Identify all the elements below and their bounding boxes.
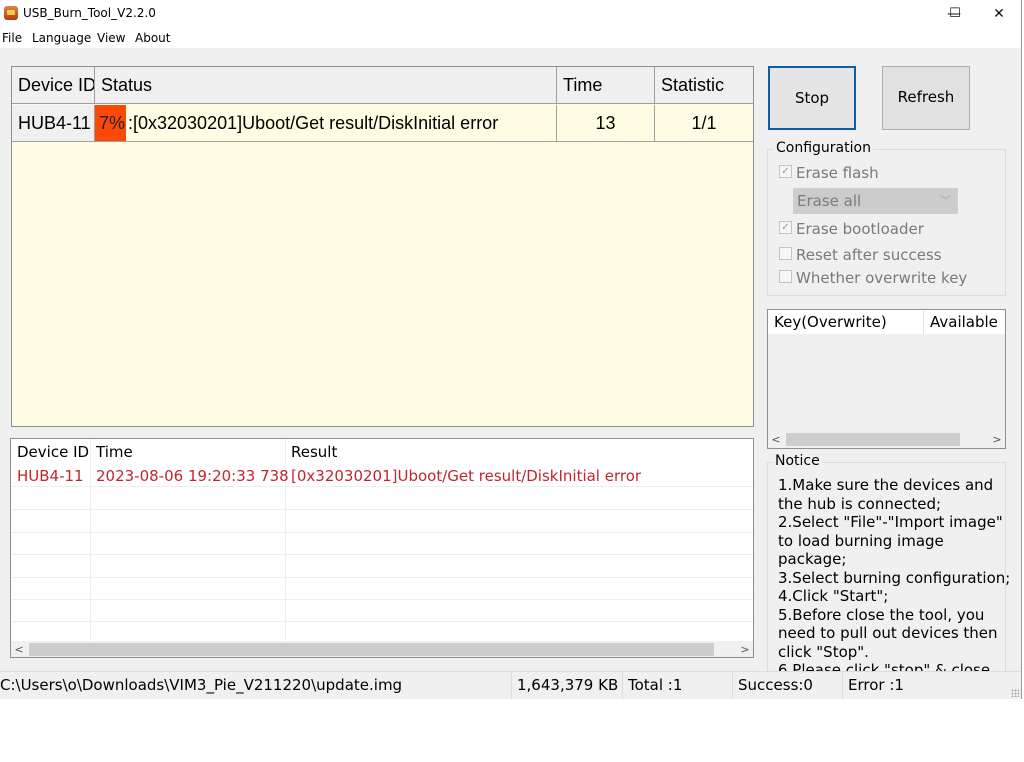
stop-button[interactable]: Stop [768, 66, 856, 130]
menu-file[interactable]: File [2, 31, 22, 45]
row-divider [11, 509, 753, 510]
app-window: USB_Burn_Tool_V2.2.0 — ☐ ✕ File Language… [0, 0, 1022, 699]
column-header-device-id[interactable]: Device ID [12, 67, 95, 104]
column-header-key-overwrite[interactable]: Key(Overwrite) [768, 310, 924, 334]
scrollbar-thumb[interactable] [786, 433, 960, 446]
column-header-statistic[interactable]: Statistic [655, 67, 753, 104]
app-icon [4, 6, 18, 20]
time-cell: 13 [557, 105, 655, 142]
menu-bar: File Language View About [0, 28, 1021, 48]
row-divider [11, 532, 753, 533]
overwrite-key-checkbox[interactable]: Whether overwrite key [779, 269, 967, 287]
status-text: :[0x32030201]Uboot/Get result/DiskInitia… [128, 113, 499, 133]
image-path: C:\Users\o\Downloads\VIM3_Pie_V211220\up… [0, 672, 512, 699]
erase-bootloader-checkbox[interactable]: ✓ Erase bootloader [779, 220, 924, 238]
row-divider [11, 577, 753, 578]
progress-label: 7% [99, 113, 126, 133]
erase-bootloader-label: Erase bootloader [796, 220, 924, 238]
column-header-available[interactable]: Available [924, 310, 1005, 334]
status-cell[interactable]: 7% :[0x32030201]Uboot/Get result/DiskIni… [95, 105, 557, 142]
erase-flash-checkbox[interactable]: ✓ Erase flash [779, 164, 879, 182]
menu-view[interactable]: View [97, 31, 125, 45]
column-header-time[interactable]: Time [557, 67, 655, 104]
reset-after-success-checkbox[interactable]: Reset after success [779, 246, 942, 264]
menu-about[interactable]: About [135, 31, 170, 45]
close-button[interactable]: ✕ [977, 0, 1021, 28]
row-divider [11, 554, 753, 555]
log-row-result: [0x32030201]Uboot/Get result/DiskInitial… [291, 467, 642, 485]
log-header-result[interactable]: Result [285, 441, 337, 463]
empty-checkbox-icon [779, 247, 792, 260]
chevron-down-icon: ﹀ [940, 194, 951, 207]
log-header-device-id[interactable]: Device ID [11, 441, 89, 463]
overwrite-key-label: Whether overwrite key [796, 269, 968, 287]
checkmark-icon: ✓ [779, 221, 792, 234]
row-divider [11, 486, 753, 487]
log-row-time: 2023-08-06 19:20:33 738 [96, 467, 289, 485]
scroll-right-icon[interactable]: > [989, 431, 1005, 448]
configuration-title: Configuration [774, 140, 873, 156]
title-bar: USB_Burn_Tool_V2.2.0 — ☐ ✕ [0, 0, 1021, 28]
key-list-scrollbar[interactable]: < > [768, 431, 1005, 448]
empty-checkbox-icon [779, 270, 792, 283]
maximize-button[interactable]: ☐ [933, 0, 977, 28]
checkmark-icon: ✓ [779, 165, 792, 178]
total-count: Total :1 [623, 672, 733, 699]
image-size: 1,643,379 KB [512, 672, 623, 699]
column-header-status[interactable]: Status [95, 67, 557, 104]
log-row-device-id: HUB4-11 [17, 467, 84, 485]
scroll-right-icon[interactable]: > [737, 641, 753, 657]
device-grid: Device ID Status Time Statistic HUB4-11 … [11, 66, 754, 427]
erase-mode-select[interactable]: Erase all ﹀ [793, 188, 958, 214]
window-title: USB_Burn_Tool_V2.2.0 [23, 6, 156, 20]
success-count: Success:0 [733, 672, 843, 699]
log-header-time[interactable]: Time [90, 441, 133, 463]
scroll-left-icon[interactable]: < [11, 641, 27, 657]
resize-grip-icon[interactable] [1011, 689, 1019, 697]
reset-after-success-label: Reset after success [796, 246, 942, 264]
key-list: Key(Overwrite) Available < > [767, 309, 1006, 449]
device-id-cell[interactable]: HUB4-11 [12, 105, 95, 142]
scrollbar-thumb[interactable] [29, 643, 714, 656]
log-table: Device ID Time Result HUB4-11 2023-08-06… [10, 438, 754, 658]
erase-mode-value: Erase all [797, 192, 862, 210]
error-count: Error :1 [848, 676, 904, 694]
scroll-left-icon[interactable]: < [768, 431, 784, 448]
erase-flash-label: Erase flash [796, 164, 879, 182]
notice-text: 1.Make sure the devices and the hub is c… [778, 476, 1011, 698]
status-bar: C:\Users\o\Downloads\VIM3_Pie_V211220\up… [0, 671, 1021, 699]
menu-language[interactable]: Language [32, 31, 91, 45]
row-divider [11, 599, 753, 600]
refresh-button[interactable]: Refresh [882, 66, 970, 130]
row-divider [11, 621, 753, 622]
notice-title: Notice [773, 453, 822, 469]
statistic-cell: 1/1 [655, 105, 753, 142]
log-scrollbar[interactable]: < > [11, 641, 753, 657]
